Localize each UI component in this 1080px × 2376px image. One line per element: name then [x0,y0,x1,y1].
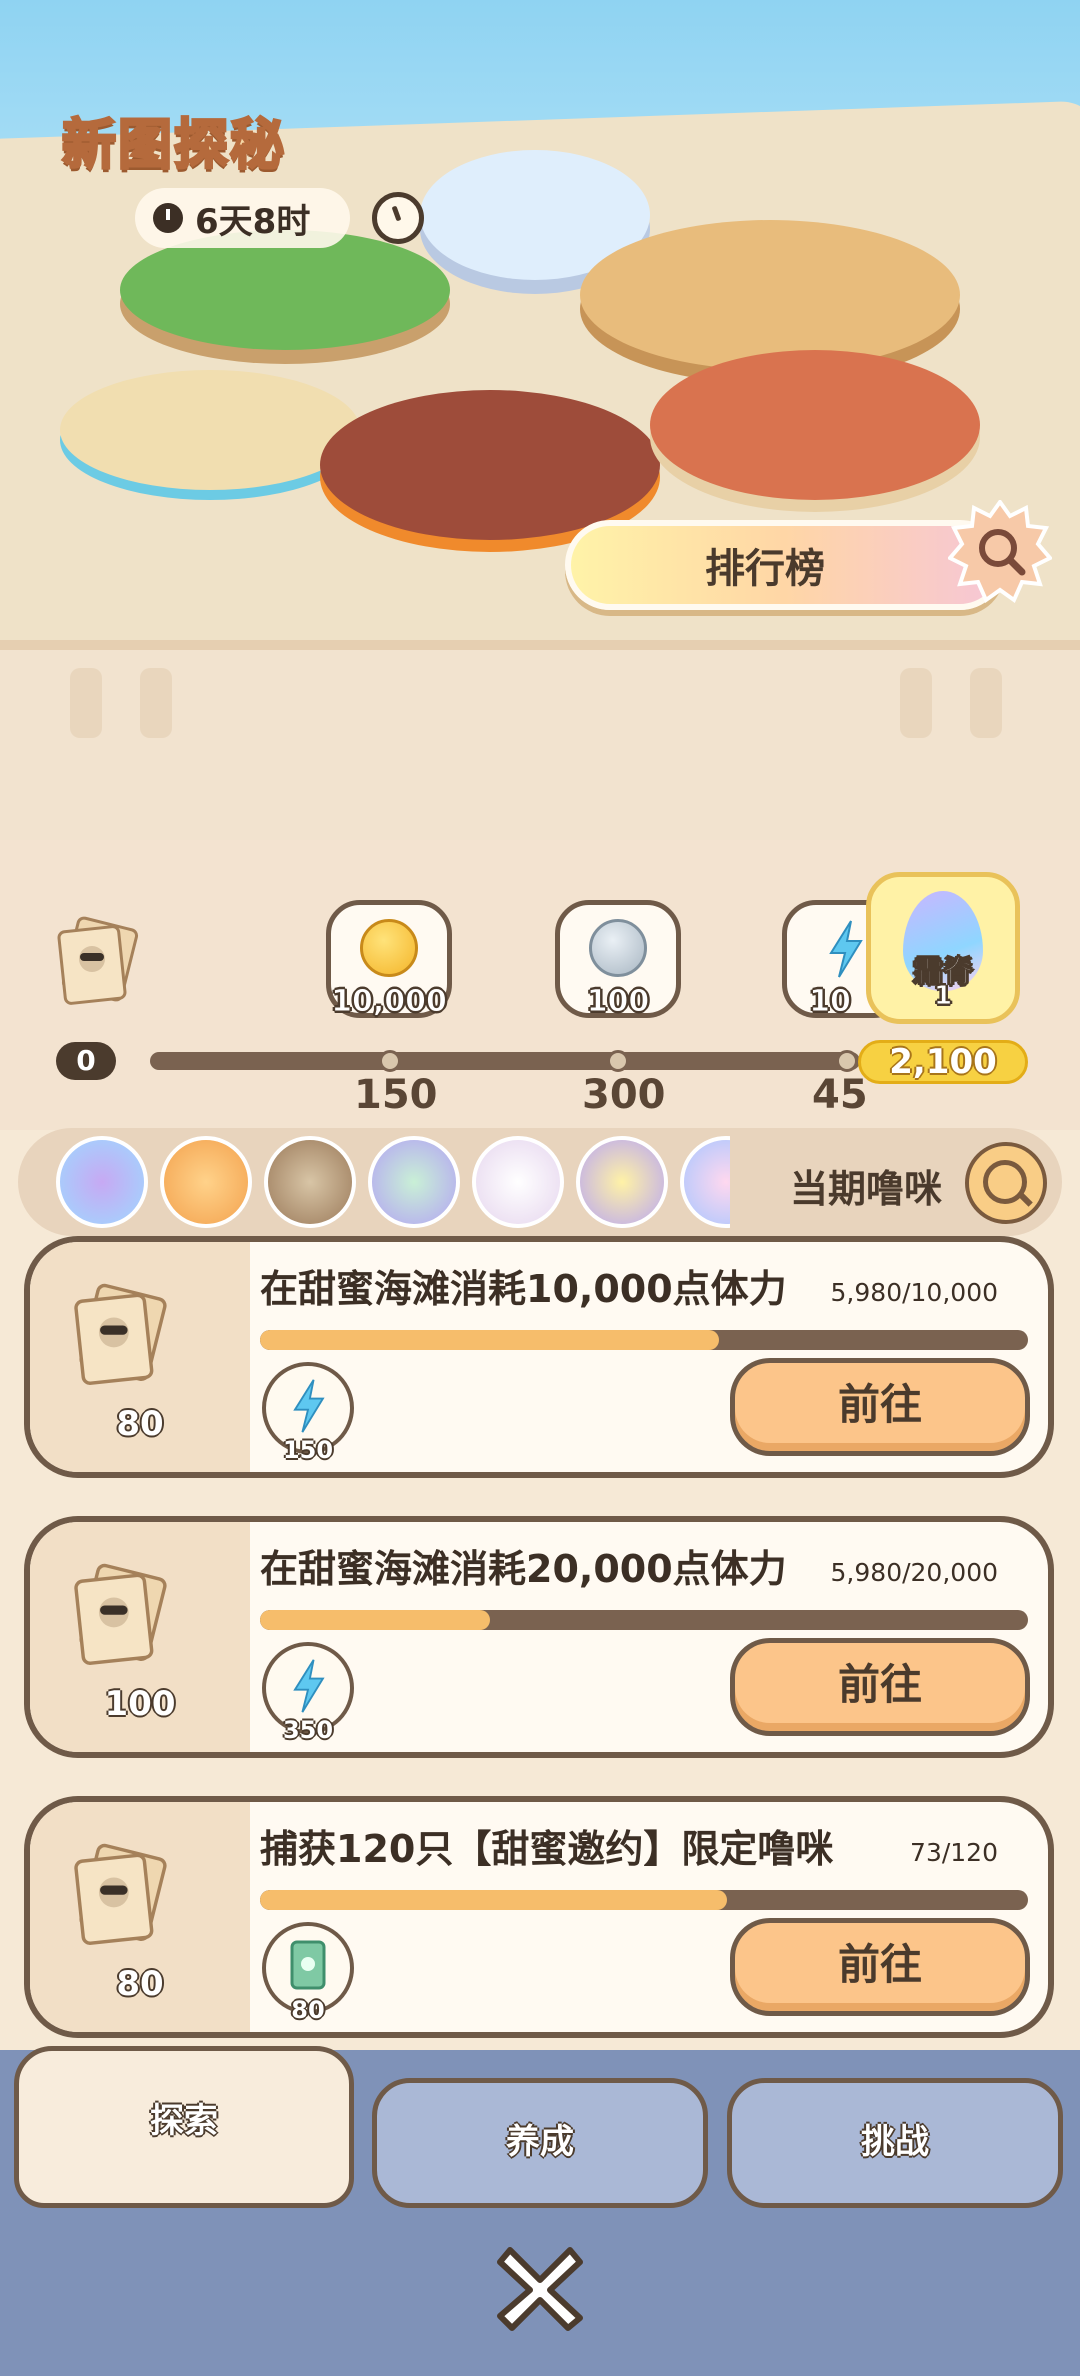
pets-scroller[interactable] [18,1128,730,1236]
silver-coin-icon [589,919,647,977]
history-icon[interactable] [372,192,424,244]
task-reward-item[interactable]: 350 [262,1642,354,1744]
energy-icon [293,1659,325,1713]
task-go-button[interactable]: 前往 [730,1918,1030,2016]
pet-avatar[interactable] [680,1136,730,1228]
current-pets-search-icon[interactable] [965,1142,1047,1224]
letter-stack-icon [74,1843,167,1945]
leaderboard-magnifier-icon[interactable] [948,500,1052,604]
event-map: 新图探秘 6天8时 排行榜 [0,0,1080,700]
leaderboard-label: 排行榜 [705,546,825,592]
task-card: 100 在甜蜜海滩消耗20,000点体力 5,980/20,000 350 前往 [24,1516,1054,1758]
letter-stack-icon [74,1283,167,1385]
energy-icon [829,920,863,978]
timer-text: 6天8时 [195,201,311,242]
task-card: 80 捕获120只【甜蜜邀约】限定噜咪 73/120 80 前往 [24,1796,1054,2038]
pet-avatar[interactable] [160,1136,252,1228]
letter-stack-icon [74,1563,167,1665]
beach-island [60,370,360,490]
task-reward-item[interactable]: 150 [262,1362,354,1464]
task-reward-count: 80 [291,1996,325,2024]
milestone-reward-2-label: 100 [586,984,650,1020]
canyon-island [650,350,980,500]
pet-avatar[interactable] [576,1136,668,1228]
pet-avatar[interactable] [368,1136,460,1228]
event-timer: 6天8时 [135,188,350,248]
fence-post [900,668,932,738]
fence-post [140,668,172,738]
milestone-dot [379,1050,401,1072]
task-go-button[interactable]: 前往 [730,1358,1030,1456]
final-reward-count: 1 [933,981,953,1012]
task-letter-count: 80 [116,1404,164,1444]
task-card: 80 在甜蜜海滩消耗10,000点体力 5,980/10,000 150 前往 [24,1236,1054,1478]
milestone-tick-1: 150 [354,1072,438,1118]
task-progress-text: 73/120 [910,1838,998,1867]
tab-challenge[interactable]: 挑战 [727,2078,1063,2208]
forest-island [120,230,450,350]
task-title: 在甜蜜海滩消耗20,000点体力 [260,1547,787,1591]
pet-avatar[interactable] [56,1136,148,1228]
task-progress-fill [260,1330,720,1350]
milestone-tick-2: 300 [582,1072,666,1118]
task-progress-bar [260,1330,1028,1350]
energy-icon [293,1379,325,1433]
gold-coin-icon [360,919,418,977]
leaderboard-button[interactable]: 排行榜 [565,520,1005,610]
volcano-island [320,390,660,540]
progress-start: 0 [56,1042,116,1080]
letter-stack-icon [57,916,139,1005]
task-progress-bar [260,1610,1028,1630]
milestone-dot [836,1050,858,1072]
task-go-button[interactable]: 前往 [730,1638,1030,1736]
final-reward-egg[interactable]: 霜脊 1 [866,872,1020,1024]
task-reward-count: 350 [282,1716,334,1744]
desert-island [580,220,960,370]
task-letter-count: 100 [104,1684,176,1724]
task-progress-text: 5,980/10,000 [830,1278,998,1307]
pet-avatar[interactable] [472,1136,564,1228]
milestone-dot [607,1050,629,1072]
milestone-reward-1-label: 10,000 [331,984,448,1020]
task-progress-fill [260,1890,727,1910]
task-title: 在甜蜜海滩消耗10,000点体力 [260,1267,787,1311]
tab-explore[interactable]: 探索 [14,2046,354,2208]
current-pets-label: 当期噜咪 [790,1167,943,1211]
tab-nurture[interactable]: 养成 [372,2078,708,2208]
task-progress-fill [260,1610,490,1630]
current-progress-badge: 2,100 [858,1040,1028,1084]
task-progress-bar [260,1890,1028,1910]
close-icon[interactable] [490,2236,590,2336]
milestone-track [150,1052,860,1070]
pet-avatar[interactable] [264,1136,356,1228]
fence-post [970,668,1002,738]
milestone-reward-3-label: 10 [809,984,852,1019]
milestone-tick-3: 45 [812,1072,868,1118]
task-reward-count: 150 [282,1436,334,1464]
task-title: 捕获120只【甜蜜邀约】限定噜咪 [260,1827,834,1871]
page-title: 新图探秘 [61,112,286,178]
fence-post [70,668,102,738]
task-letter-count: 80 [116,1964,164,2004]
task-progress-text: 5,980/20,000 [830,1558,998,1587]
clock-icon [153,203,183,233]
card-icon [290,1940,326,1990]
task-reward-item[interactable]: 80 [262,1922,354,2024]
